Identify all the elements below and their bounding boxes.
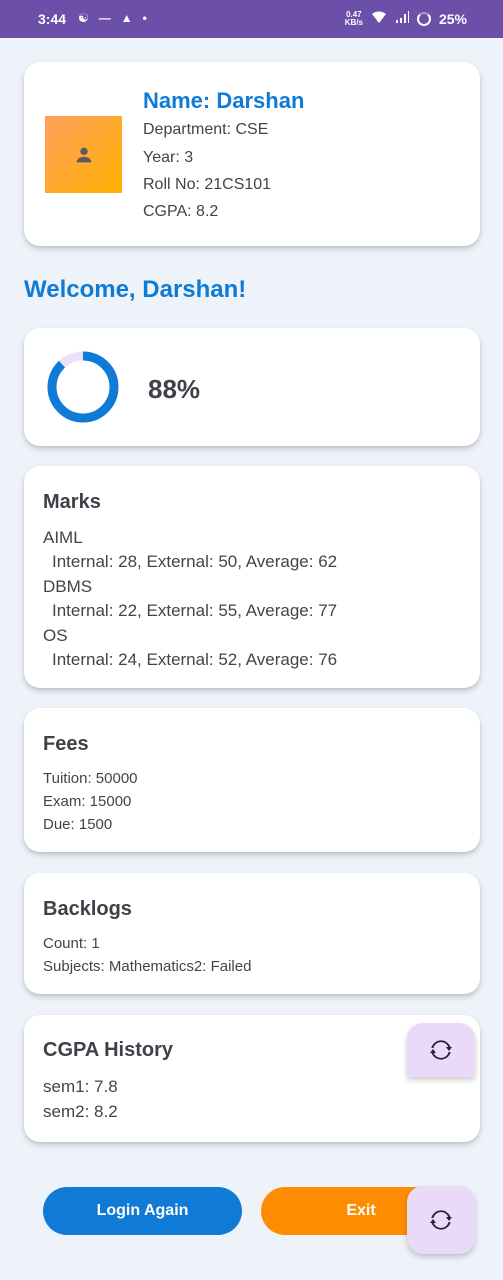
mark-subject: OS bbox=[43, 626, 68, 645]
fees-card: Fees Tuition: 50000 Exam: 15000 Due: 150… bbox=[24, 708, 480, 852]
profile-roll-no: Roll No: 21CS101 bbox=[143, 176, 272, 193]
fees-tuition: Tuition: 50000 bbox=[43, 770, 138, 787]
attendance-card: 88% bbox=[24, 328, 480, 446]
wifi-icon bbox=[371, 10, 387, 27]
person-icon bbox=[76, 147, 91, 162]
mark-subject: AIML bbox=[43, 528, 83, 547]
accessibility-icon: ☯ bbox=[78, 11, 89, 25]
cgpa-history-item: sem2: 8.2 bbox=[43, 1102, 118, 1121]
refresh-fab-top[interactable] bbox=[407, 1023, 475, 1077]
mark-detail: Internal: 22, External: 55, Average: 77 bbox=[52, 601, 338, 620]
cgpa-history-item: sem1: 7.8 bbox=[43, 1077, 118, 1096]
status-bar: 3:44 ☯ — ▲ • 0.47 KB/s 25% bbox=[0, 0, 503, 38]
login-again-button[interactable]: Login Again bbox=[43, 1187, 242, 1235]
profile-name: Name: Darshan bbox=[143, 88, 305, 113]
marks-title: Marks bbox=[43, 491, 101, 513]
backlogs-count: Count: 1 bbox=[43, 935, 100, 952]
cgpa-history-title: CGPA History bbox=[43, 1039, 174, 1061]
refresh-icon bbox=[430, 1040, 452, 1060]
profile-card: Name: Darshan Department: CSE Year: 3 Ro… bbox=[24, 62, 480, 246]
progress-ring bbox=[47, 351, 119, 423]
avatar bbox=[45, 116, 122, 193]
welcome-heading: Welcome, Darshan! bbox=[24, 276, 247, 303]
warning-icon: ▲ bbox=[120, 11, 133, 25]
backlogs-title: Backlogs bbox=[43, 898, 132, 920]
marks-card: Marks AIML Internal: 28, External: 50, A… bbox=[24, 466, 480, 688]
progress-percent: 88% bbox=[148, 374, 201, 404]
profile-department: Department: CSE bbox=[143, 121, 269, 138]
fees-title: Fees bbox=[43, 733, 89, 755]
status-notification-icons: ☯ — ▲ • bbox=[78, 11, 147, 25]
progress-fill bbox=[47, 351, 119, 423]
battery-ring-icon bbox=[416, 11, 431, 26]
signal-icon bbox=[395, 10, 409, 27]
dot-icon: • bbox=[142, 11, 147, 25]
fees-due: Due: 1500 bbox=[43, 816, 113, 833]
profile-year: Year: 3 bbox=[143, 149, 194, 166]
status-right: 0.47 KB/s 25% bbox=[345, 10, 467, 27]
notification-icon: — bbox=[98, 11, 111, 25]
mark-detail: Internal: 28, External: 50, Average: 62 bbox=[52, 552, 338, 571]
battery-percent: 25% bbox=[438, 10, 467, 27]
mark-subject: DBMS bbox=[43, 577, 93, 596]
mark-detail: Internal: 24, External: 52, Average: 76 bbox=[52, 650, 338, 669]
status-time: 3:44 bbox=[38, 11, 67, 27]
backlogs-card: Backlogs Count: 1 Subjects: Mathematics2… bbox=[24, 873, 480, 994]
backlogs-subjects: Subjects: Mathematics2: Failed bbox=[43, 958, 252, 975]
refresh-fab-bottom[interactable] bbox=[407, 1186, 475, 1254]
fees-exam: Exam: 15000 bbox=[43, 793, 132, 810]
profile-cgpa: CGPA: 8.2 bbox=[143, 203, 219, 220]
net-speed: 0.47 KB/s bbox=[344, 9, 363, 27]
refresh-icon bbox=[430, 1210, 452, 1230]
